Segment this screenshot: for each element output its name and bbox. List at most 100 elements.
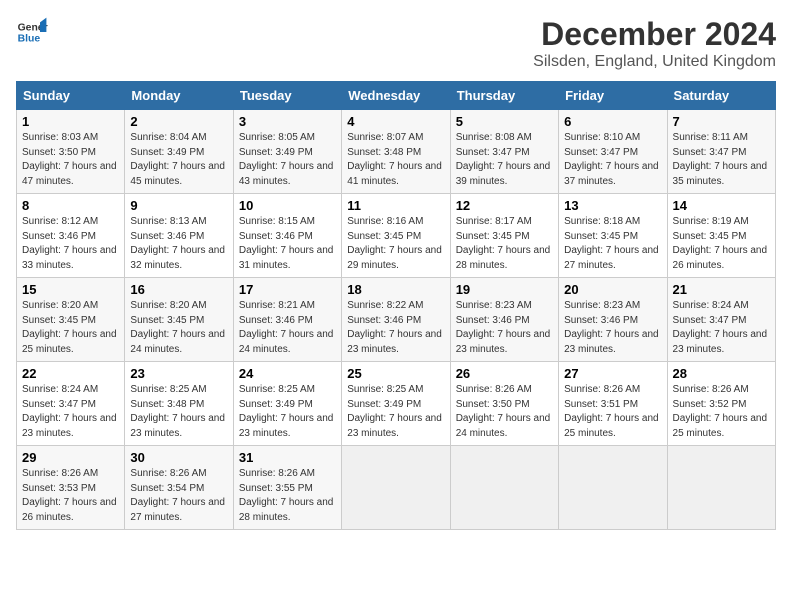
day-number: 27 (564, 366, 661, 381)
day-number: 24 (239, 366, 336, 381)
day-number: 25 (347, 366, 444, 381)
calendar-cell: 14 Sunrise: 8:19 AMSunset: 3:45 PMDaylig… (667, 194, 775, 278)
calendar-cell: 17 Sunrise: 8:21 AMSunset: 3:46 PMDaylig… (233, 278, 341, 362)
title-area: December 2024 Silsden, England, United K… (533, 16, 776, 71)
day-number: 5 (456, 114, 553, 129)
header: General Blue December 2024 Silsden, Engl… (16, 16, 776, 71)
calendar-cell: 1 Sunrise: 8:03 AMSunset: 3:50 PMDayligh… (17, 110, 125, 194)
col-friday: Friday (559, 82, 667, 110)
day-number: 13 (564, 198, 661, 213)
day-detail: Sunrise: 8:25 AMSunset: 3:49 PMDaylight:… (239, 383, 336, 441)
calendar-cell: 2 Sunrise: 8:04 AMSunset: 3:49 PMDayligh… (125, 110, 233, 194)
calendar-title: December 2024 (533, 16, 776, 53)
day-detail: Sunrise: 8:21 AMSunset: 3:46 PMDaylight:… (239, 299, 336, 357)
calendar-cell: 31 Sunrise: 8:26 AMSunset: 3:55 PMDaylig… (233, 446, 341, 530)
day-number: 30 (130, 450, 227, 465)
calendar-cell: 12 Sunrise: 8:17 AMSunset: 3:45 PMDaylig… (450, 194, 558, 278)
day-detail: Sunrise: 8:26 AMSunset: 3:50 PMDaylight:… (456, 383, 553, 441)
day-number: 29 (22, 450, 119, 465)
calendar-cell: 23 Sunrise: 8:25 AMSunset: 3:48 PMDaylig… (125, 362, 233, 446)
day-number: 10 (239, 198, 336, 213)
day-number: 7 (673, 114, 770, 129)
day-number: 31 (239, 450, 336, 465)
day-detail: Sunrise: 8:26 AMSunset: 3:51 PMDaylight:… (564, 383, 661, 441)
day-detail: Sunrise: 8:04 AMSunset: 3:49 PMDaylight:… (130, 131, 227, 189)
day-number: 23 (130, 366, 227, 381)
day-detail: Sunrise: 8:25 AMSunset: 3:49 PMDaylight:… (347, 383, 444, 441)
calendar-cell: 29 Sunrise: 8:26 AMSunset: 3:53 PMDaylig… (17, 446, 125, 530)
calendar-cell: 6 Sunrise: 8:10 AMSunset: 3:47 PMDayligh… (559, 110, 667, 194)
calendar-cell: 5 Sunrise: 8:08 AMSunset: 3:47 PMDayligh… (450, 110, 558, 194)
calendar-table: Sunday Monday Tuesday Wednesday Thursday… (16, 81, 776, 530)
calendar-cell: 21 Sunrise: 8:24 AMSunset: 3:47 PMDaylig… (667, 278, 775, 362)
calendar-cell: 15 Sunrise: 8:20 AMSunset: 3:45 PMDaylig… (17, 278, 125, 362)
calendar-cell (667, 446, 775, 530)
day-detail: Sunrise: 8:16 AMSunset: 3:45 PMDaylight:… (347, 215, 444, 273)
day-detail: Sunrise: 8:26 AMSunset: 3:54 PMDaylight:… (130, 467, 227, 525)
day-number: 15 (22, 282, 119, 297)
day-number: 22 (22, 366, 119, 381)
day-detail: Sunrise: 8:08 AMSunset: 3:47 PMDaylight:… (456, 131, 553, 189)
col-sunday: Sunday (17, 82, 125, 110)
col-monday: Monday (125, 82, 233, 110)
day-detail: Sunrise: 8:19 AMSunset: 3:45 PMDaylight:… (673, 215, 770, 273)
logo-icon: General Blue (16, 16, 48, 48)
day-number: 20 (564, 282, 661, 297)
calendar-cell: 11 Sunrise: 8:16 AMSunset: 3:45 PMDaylig… (342, 194, 450, 278)
calendar-cell: 16 Sunrise: 8:20 AMSunset: 3:45 PMDaylig… (125, 278, 233, 362)
day-number: 14 (673, 198, 770, 213)
week-row-5: 29 Sunrise: 8:26 AMSunset: 3:53 PMDaylig… (17, 446, 776, 530)
day-detail: Sunrise: 8:17 AMSunset: 3:45 PMDaylight:… (456, 215, 553, 273)
day-detail: Sunrise: 8:13 AMSunset: 3:46 PMDaylight:… (130, 215, 227, 273)
col-tuesday: Tuesday (233, 82, 341, 110)
calendar-cell: 7 Sunrise: 8:11 AMSunset: 3:47 PMDayligh… (667, 110, 775, 194)
calendar-cell: 19 Sunrise: 8:23 AMSunset: 3:46 PMDaylig… (450, 278, 558, 362)
day-number: 3 (239, 114, 336, 129)
calendar-cell (559, 446, 667, 530)
day-number: 11 (347, 198, 444, 213)
day-number: 17 (239, 282, 336, 297)
day-number: 21 (673, 282, 770, 297)
calendar-cell: 8 Sunrise: 8:12 AMSunset: 3:46 PMDayligh… (17, 194, 125, 278)
calendar-cell: 28 Sunrise: 8:26 AMSunset: 3:52 PMDaylig… (667, 362, 775, 446)
day-number: 28 (673, 366, 770, 381)
calendar-cell (342, 446, 450, 530)
day-detail: Sunrise: 8:12 AMSunset: 3:46 PMDaylight:… (22, 215, 119, 273)
week-row-2: 8 Sunrise: 8:12 AMSunset: 3:46 PMDayligh… (17, 194, 776, 278)
day-number: 8 (22, 198, 119, 213)
day-number: 26 (456, 366, 553, 381)
calendar-cell: 24 Sunrise: 8:25 AMSunset: 3:49 PMDaylig… (233, 362, 341, 446)
calendar-cell: 25 Sunrise: 8:25 AMSunset: 3:49 PMDaylig… (342, 362, 450, 446)
day-detail: Sunrise: 8:07 AMSunset: 3:48 PMDaylight:… (347, 131, 444, 189)
day-detail: Sunrise: 8:23 AMSunset: 3:46 PMDaylight:… (564, 299, 661, 357)
day-number: 18 (347, 282, 444, 297)
day-number: 1 (22, 114, 119, 129)
calendar-cell: 18 Sunrise: 8:22 AMSunset: 3:46 PMDaylig… (342, 278, 450, 362)
week-row-1: 1 Sunrise: 8:03 AMSunset: 3:50 PMDayligh… (17, 110, 776, 194)
day-detail: Sunrise: 8:23 AMSunset: 3:46 PMDaylight:… (456, 299, 553, 357)
week-row-3: 15 Sunrise: 8:20 AMSunset: 3:45 PMDaylig… (17, 278, 776, 362)
day-detail: Sunrise: 8:05 AMSunset: 3:49 PMDaylight:… (239, 131, 336, 189)
day-number: 6 (564, 114, 661, 129)
day-detail: Sunrise: 8:24 AMSunset: 3:47 PMDaylight:… (673, 299, 770, 357)
col-saturday: Saturday (667, 82, 775, 110)
svg-text:Blue: Blue (18, 34, 41, 45)
calendar-cell: 10 Sunrise: 8:15 AMSunset: 3:46 PMDaylig… (233, 194, 341, 278)
day-detail: Sunrise: 8:22 AMSunset: 3:46 PMDaylight:… (347, 299, 444, 357)
day-detail: Sunrise: 8:24 AMSunset: 3:47 PMDaylight:… (22, 383, 119, 441)
day-detail: Sunrise: 8:11 AMSunset: 3:47 PMDaylight:… (673, 131, 770, 189)
day-number: 12 (456, 198, 553, 213)
day-detail: Sunrise: 8:18 AMSunset: 3:45 PMDaylight:… (564, 215, 661, 273)
calendar-cell: 13 Sunrise: 8:18 AMSunset: 3:45 PMDaylig… (559, 194, 667, 278)
day-number: 4 (347, 114, 444, 129)
day-detail: Sunrise: 8:26 AMSunset: 3:52 PMDaylight:… (673, 383, 770, 441)
day-detail: Sunrise: 8:03 AMSunset: 3:50 PMDaylight:… (22, 131, 119, 189)
calendar-cell (450, 446, 558, 530)
week-row-4: 22 Sunrise: 8:24 AMSunset: 3:47 PMDaylig… (17, 362, 776, 446)
col-thursday: Thursday (450, 82, 558, 110)
calendar-cell: 9 Sunrise: 8:13 AMSunset: 3:46 PMDayligh… (125, 194, 233, 278)
calendar-cell: 20 Sunrise: 8:23 AMSunset: 3:46 PMDaylig… (559, 278, 667, 362)
calendar-cell: 30 Sunrise: 8:26 AMSunset: 3:54 PMDaylig… (125, 446, 233, 530)
calendar-cell: 27 Sunrise: 8:26 AMSunset: 3:51 PMDaylig… (559, 362, 667, 446)
col-wednesday: Wednesday (342, 82, 450, 110)
